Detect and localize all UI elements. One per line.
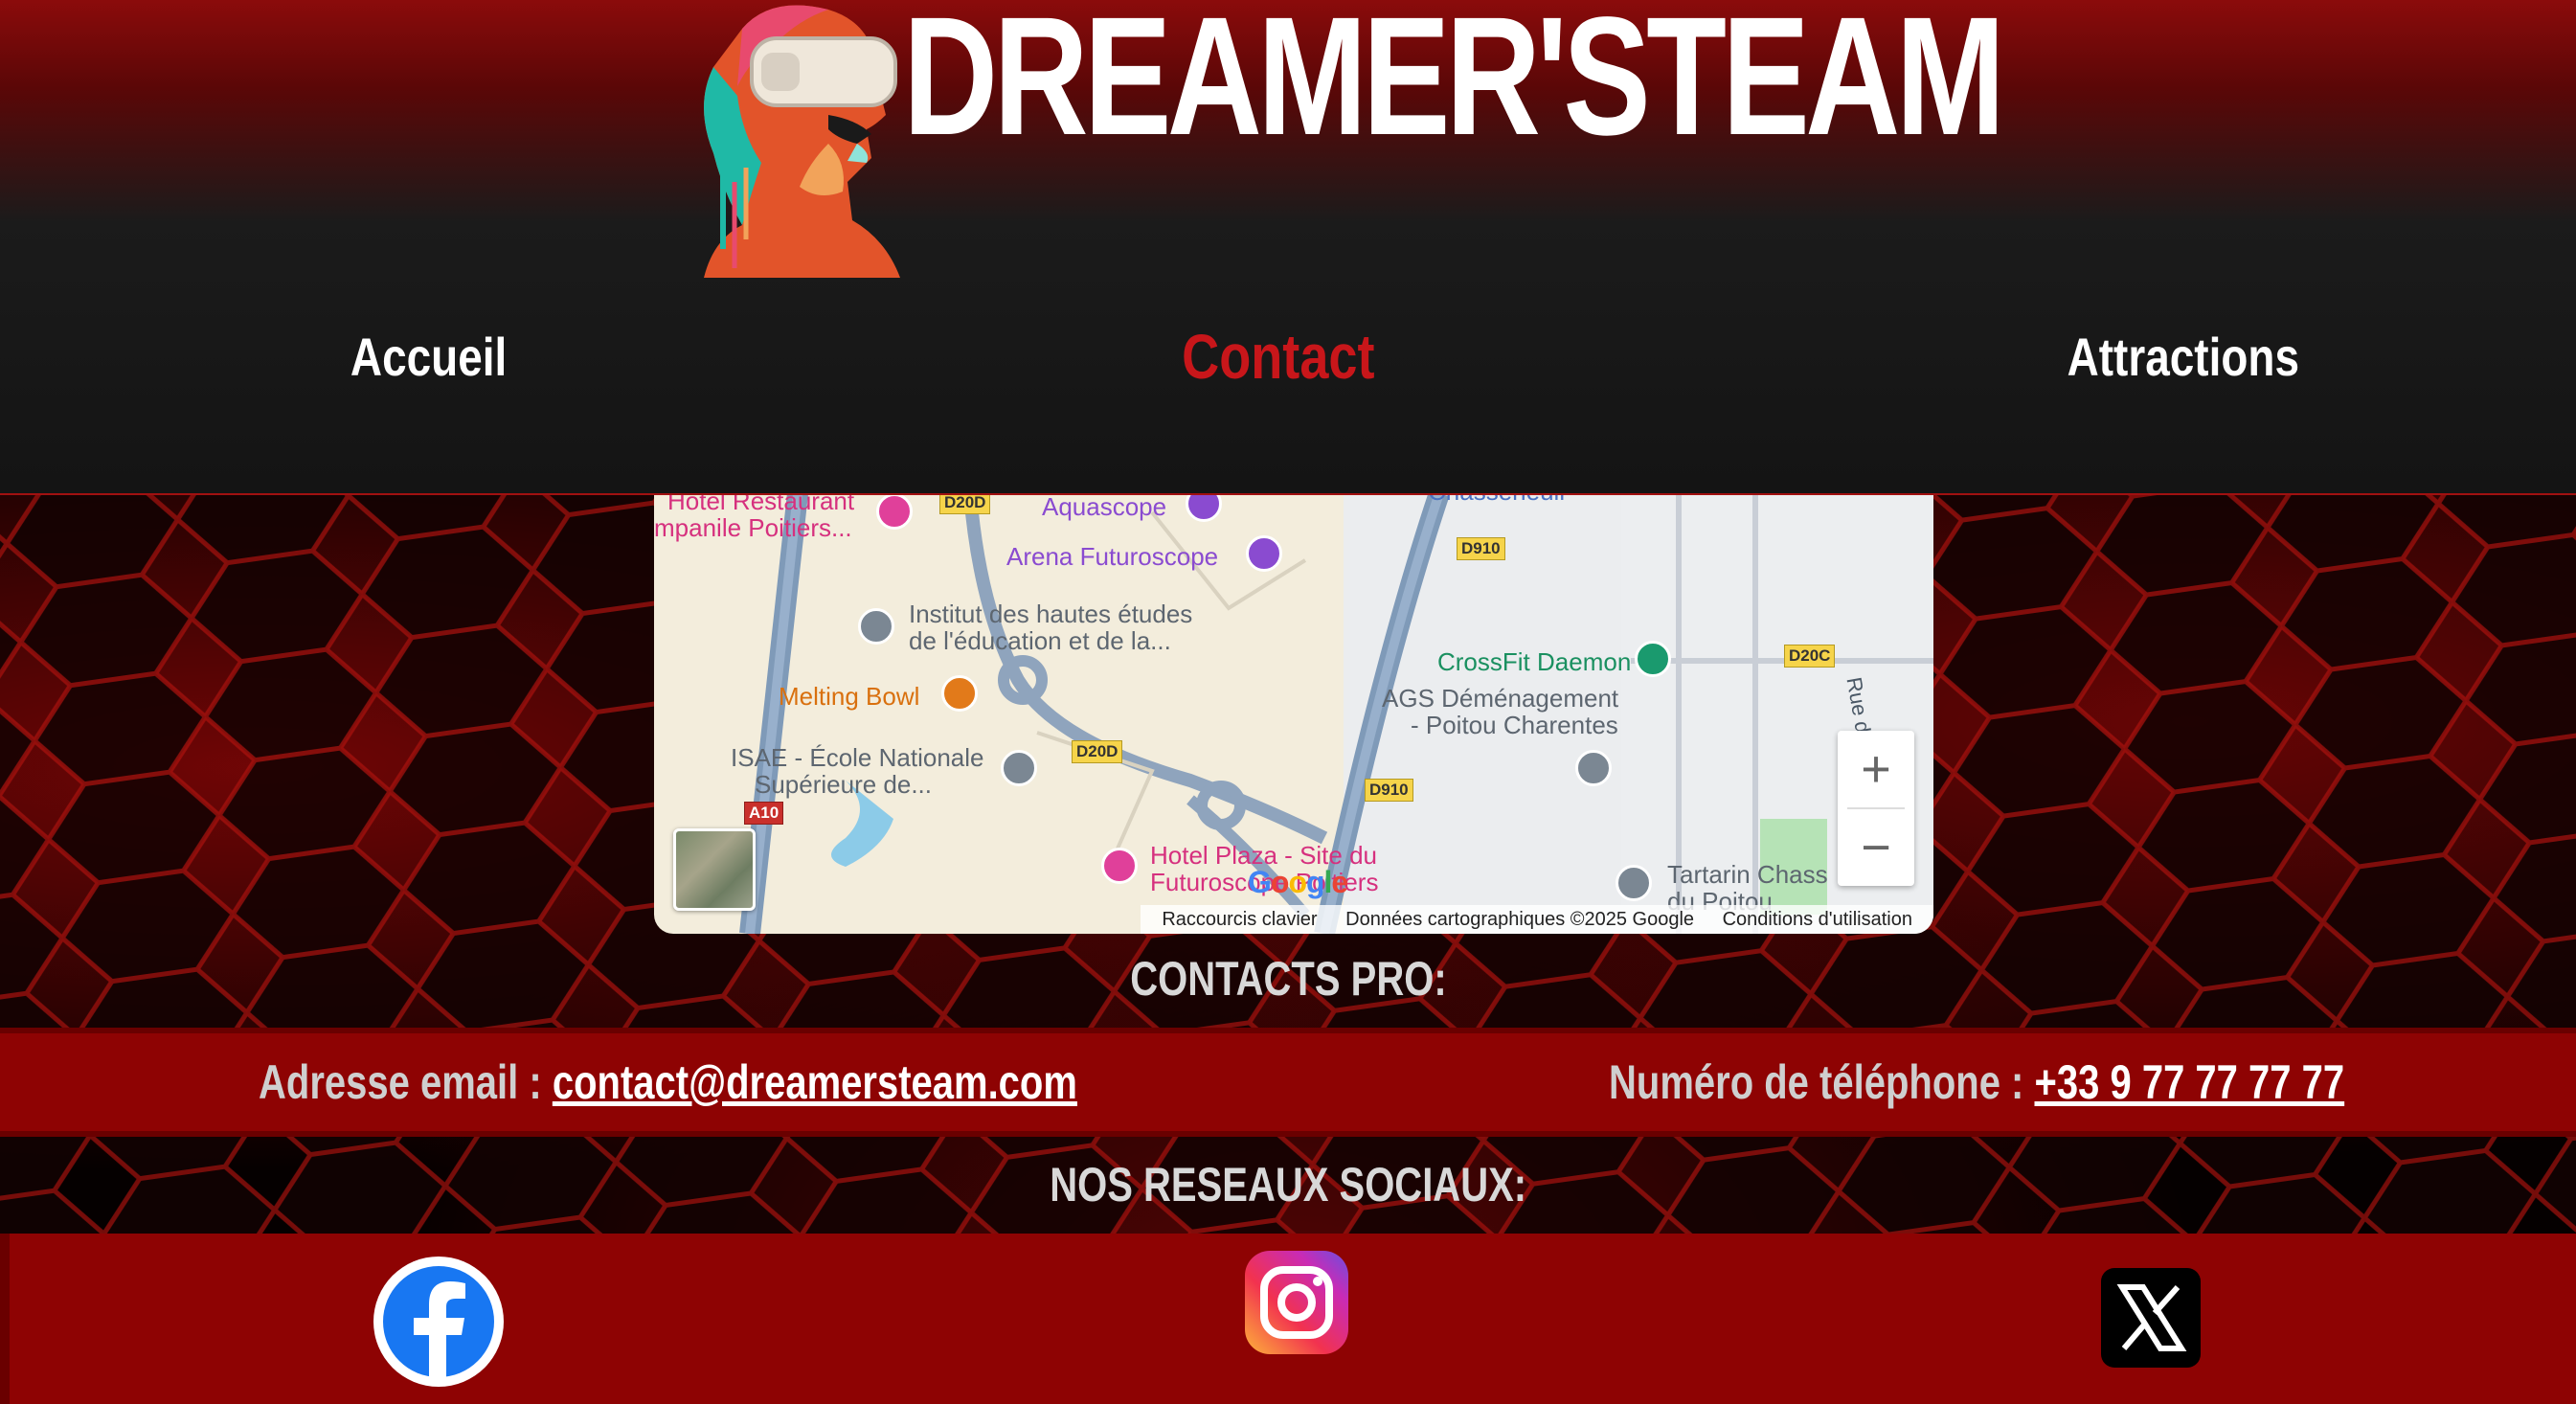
attraction-pin-icon[interactable] <box>1246 535 1282 572</box>
hotel-pin-icon[interactable] <box>876 493 913 530</box>
contact-band: Adresse email : contact@dreamersteam.com… <box>0 1028 2576 1137</box>
contacts-title: CONTACTS PRO: <box>1129 952 1447 1006</box>
x-icon[interactable] <box>2101 1268 2201 1368</box>
satellite-toggle-button[interactable] <box>673 828 756 911</box>
brand[interactable]: DREAMER'STEAM <box>685 0 2005 287</box>
road-shield: D20D <box>1072 740 1123 763</box>
restaurant-pin-icon[interactable] <box>941 675 978 712</box>
terms-link[interactable]: Conditions d'utilisation <box>1723 909 1912 930</box>
map-label: Hotel Restaurant <box>667 493 855 515</box>
email-link[interactable]: contact@dreamersteam.com <box>553 1055 1077 1109</box>
map-label: CrossFit Daemon <box>1437 647 1632 676</box>
google-logo: Google <box>1248 865 1348 899</box>
map-label: AGS Déménagement <box>1382 684 1619 713</box>
map-attribution: Raccourcis clavier Données cartographiqu… <box>1141 905 1933 934</box>
map-label: Aquascope <box>1042 493 1167 521</box>
business-pin-icon[interactable] <box>1575 750 1612 786</box>
map-label: de l'éducation et de la... <box>909 626 1171 655</box>
map-label: - Poitou Charentes <box>1411 711 1618 739</box>
main-nav: Accueil Contact Attractions <box>0 321 2576 402</box>
social-band <box>0 1234 2576 1404</box>
instagram-icon[interactable] <box>1241 1247 1352 1358</box>
map-label: ISAE - École Nationale <box>731 743 984 772</box>
phone-row: Numéro de téléphone : +33 9 77 77 77 77 <box>1609 1054 2344 1110</box>
map-label: Tartarin Chass <box>1667 860 1828 889</box>
site-header: DREAMER'STEAM Accueil Contact Attraction… <box>0 0 2576 495</box>
road-shield: A10 <box>744 802 784 825</box>
zoom-in-button[interactable]: + <box>1838 731 1914 807</box>
school-pin-icon[interactable] <box>858 608 894 645</box>
map-label: Supérieure de... <box>755 770 933 799</box>
map-data-credit: Données cartographiques ©2025 Google <box>1345 909 1695 930</box>
nav-contact[interactable]: Contact <box>1182 320 1374 393</box>
email-row: Adresse email : contact@dreamersteam.com <box>259 1054 1077 1110</box>
map-label: Melting Bowl <box>779 682 920 711</box>
hotel-pin-icon[interactable] <box>1101 848 1138 884</box>
map-label: mpanile Poitiers... <box>654 513 852 542</box>
road-shield: D20D <box>939 493 991 514</box>
nav-accueil[interactable]: Accueil <box>350 326 507 388</box>
business-pin-icon[interactable] <box>1616 865 1652 901</box>
gym-pin-icon[interactable] <box>1635 641 1671 677</box>
google-map[interactable]: Hotel Restaurant mpanile Poitiers... Aqu… <box>654 493 1933 934</box>
map-label: Institut des hautes études <box>909 600 1193 628</box>
keyboard-shortcuts-link[interactable]: Raccourcis clavier <box>1162 909 1317 930</box>
phone-label: Numéro de téléphone : <box>1609 1055 2035 1109</box>
school-pin-icon[interactable] <box>1001 750 1037 786</box>
map-label: Arena Futuroscope <box>1006 542 1219 571</box>
road-shield: D20C <box>1784 645 1836 668</box>
zoom-out-button[interactable]: − <box>1838 809 1914 886</box>
zoom-control: + − <box>1838 731 1914 886</box>
brand-title: DREAMER'STEAM <box>903 0 2005 170</box>
road-shield: D910 <box>1457 537 1505 560</box>
road-shield: D910 <box>1365 779 1413 802</box>
facebook-icon[interactable] <box>373 1257 504 1387</box>
vr-headset-statue-logo <box>704 5 900 278</box>
social-title: NOS RESEAUX SOCIAUX: <box>1050 1158 1526 1212</box>
email-label: Adresse email : <box>259 1055 553 1109</box>
phone-link[interactable]: +33 9 77 77 77 77 <box>2035 1055 2345 1109</box>
nav-attractions[interactable]: Attractions <box>2068 326 2299 388</box>
